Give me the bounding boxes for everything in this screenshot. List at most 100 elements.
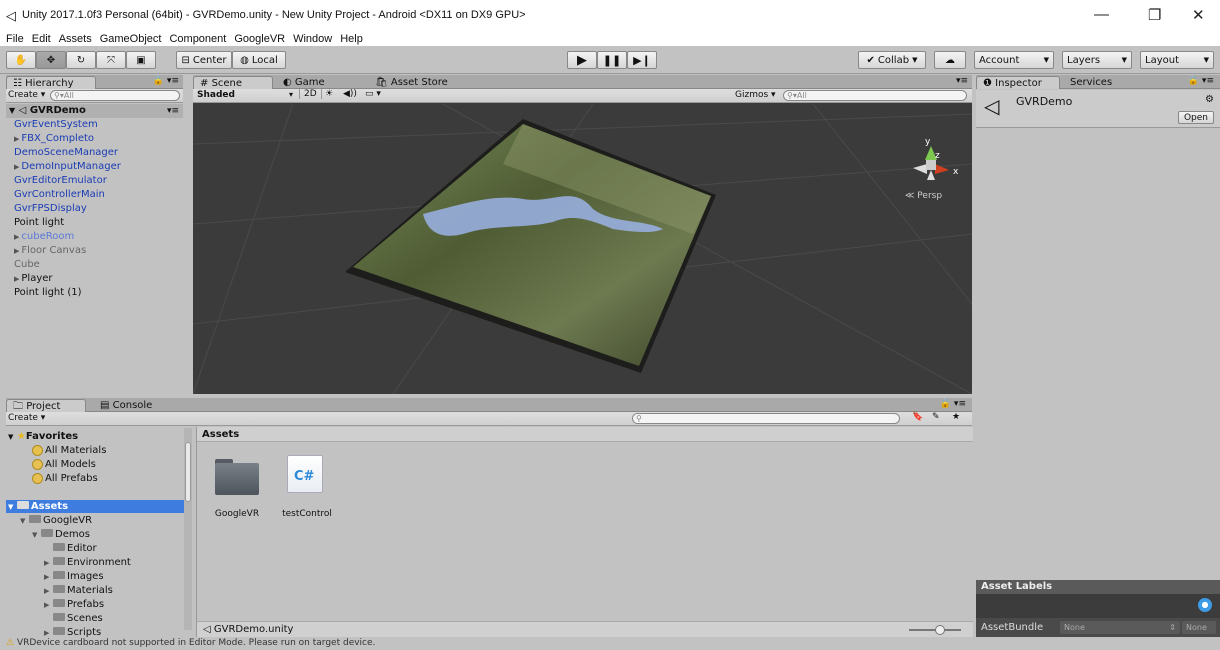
folder-tree-item[interactable]: Scenes [44,612,103,625]
effects-dropdown-icon[interactable]: ▭ ▾ [365,89,381,99]
expand-arrow-icon[interactable]: ▶ [14,247,19,255]
expand-arrow-icon[interactable]: ▶ [44,585,53,598]
menu-edit[interactable]: Edit [32,33,51,45]
tab-console[interactable]: ▤ Console [94,399,174,412]
assets-root-node[interactable]: ▼ Assets [6,500,184,513]
hierarchy-item[interactable]: ▶ cubeRoom [6,230,74,244]
pivot-center-toggle[interactable]: ⊟ Center [176,51,232,69]
persp-label[interactable]: ≪ Persp [905,191,942,201]
asset-item-googlevr[interactable]: GoogleVR [213,457,261,519]
tab-hierarchy[interactable]: ☷ Hierarchy [6,76,96,89]
tab-project[interactable]: 🗀 Project [6,399,86,412]
gizmos-dropdown[interactable]: Gizmos ▾ [735,90,776,100]
tab-services[interactable]: Services [1064,76,1134,89]
minimize-button[interactable]: — [1094,6,1109,23]
scale-tool-button[interactable]: ⤧ [96,51,126,69]
folder-tree-item[interactable]: ▶ Images [44,570,104,583]
expand-arrow-icon[interactable]: ▼ [20,515,29,528]
expand-arrow-icon[interactable]: ▶ [44,627,53,637]
settings-gear-icon[interactable]: ⚙ [1205,94,1214,105]
scene-menu-icon[interactable]: ▾≡ [167,104,179,118]
close-button[interactable]: ✕ [1192,6,1205,24]
cloud-button[interactable]: ☁ [934,51,966,69]
lighting-toggle-icon[interactable]: ☀ [325,89,333,99]
project-create-dropdown[interactable]: Create ▾ [8,413,45,423]
project-search-input[interactable]: ⚲ [632,413,900,424]
pivot-local-toggle[interactable]: ◍ Local [232,51,286,69]
folder-tree-item[interactable]: ▶ Environment [44,556,131,569]
move-tool-button[interactable]: ✥ [36,51,66,69]
folder-tree-item[interactable]: Editor [44,542,97,555]
favorite-all-models[interactable]: All Models [32,458,96,471]
expand-arrow-icon[interactable]: ▶ [44,557,53,570]
folder-tree-item[interactable]: ▶ Scripts [44,626,101,637]
menu-file[interactable]: File [6,33,24,45]
menu-gameobject[interactable]: GameObject [100,33,162,45]
tab-scene[interactable]: # Scene [193,76,273,89]
favorite-star-icon[interactable]: ★ [952,412,960,422]
icon-size-slider[interactable] [909,625,961,635]
hierarchy-item[interactable]: ▶ DemoInputManager [6,160,121,174]
hierarchy-item[interactable]: ▶ Player [6,272,53,286]
hierarchy-item[interactable]: Cube [6,258,40,272]
rect-tool-button[interactable]: ▣ [126,51,156,69]
hierarchy-item[interactable]: Point light (1) [6,286,82,300]
lock-icon[interactable]: 🔒 ▾≡ [1188,76,1214,86]
expand-arrow-icon[interactable]: ▶ [44,599,53,612]
shading-mode-dropdown[interactable]: Shaded [197,90,235,100]
favorite-all-materials[interactable]: All Materials [32,444,106,457]
icon-size-slider-thumb[interactable] [935,625,945,635]
filter-by-label-icon[interactable]: ✎ [932,412,940,422]
open-button[interactable]: Open [1178,111,1214,124]
asset-variant-dropdown[interactable]: None [1182,621,1216,634]
hierarchy-scene-root[interactable]: ▼ ◁ GVRDemo ▾≡ [6,104,183,118]
hand-tool-button[interactable]: ✋ [6,51,36,69]
play-button[interactable]: ▶ [567,51,597,69]
rotate-tool-button[interactable]: ↻ [66,51,96,69]
hierarchy-item[interactable]: GvrEditorEmulator [6,174,107,188]
tree-scrollbar[interactable] [184,428,192,630]
panel-menu-icon[interactable]: 🔒 ▾≡ [153,76,179,86]
maximize-button[interactable]: ❐ [1148,6,1161,24]
tree-scrollbar-thumb[interactable] [185,442,191,502]
expand-arrow-icon[interactable]: ▶ [14,135,19,143]
account-dropdown[interactable]: Account ▼ [974,51,1054,69]
hierarchy-item[interactable]: DemoSceneManager [6,146,118,160]
expand-arrow-icon[interactable]: ▶ [44,571,53,584]
status-bar[interactable]: ⚠ VRDevice cardboard not supported in Ed… [0,637,1220,650]
scene-viewport[interactable]: y x z ≪ Persp [193,104,972,394]
collab-dropdown[interactable]: ✔ Collab ▼ [858,51,926,69]
asset-item-testcontrol[interactable]: C# testControl [279,453,335,519]
hierarchy-item[interactable]: GvrFPSDisplay [6,202,87,216]
tab-inspector[interactable]: ❶ Inspector [976,76,1060,89]
expand-arrow-icon[interactable]: ▶ [14,275,19,283]
scene-orientation-gizmo[interactable]: y x z [913,137,959,180]
pause-button[interactable]: ❚❚ [597,51,627,69]
step-button[interactable]: ▶❙ [627,51,657,69]
menu-window[interactable]: Window [293,33,332,45]
layout-dropdown[interactable]: Layout ▼ [1140,51,1214,69]
hierarchy-create-dropdown[interactable]: Create ▾ [8,90,45,100]
asset-bundle-dropdown[interactable]: None ⇕ [1060,621,1180,634]
tab-asset-store[interactable]: 🛍 Asset Store [369,76,469,89]
favorites-node[interactable]: ▼ ★Favorites [8,430,78,443]
2d-toggle[interactable]: 2D [299,89,322,99]
panel-menu-icon[interactable]: ▾≡ [956,76,968,86]
hierarchy-item[interactable]: GvrEventSystem [6,118,98,132]
hierarchy-item[interactable]: GvrControllerMain [6,188,105,202]
hierarchy-search-input[interactable]: ⚲▾All [50,90,180,101]
assets-breadcrumb[interactable]: Assets [197,427,973,442]
expand-arrow-icon[interactable]: ▶ [14,163,19,171]
folder-tree-item[interactable]: ▶ Materials [44,584,113,597]
asset-label-tag-icon[interactable]: ● [1198,598,1212,612]
scene-search-input[interactable]: ⚲▾All [783,90,967,101]
hierarchy-item[interactable]: ▶ FBX_Completo [6,132,94,146]
menu-assets[interactable]: Assets [59,33,92,45]
audio-toggle-icon[interactable]: ◀)) [343,89,357,99]
expand-arrow-icon[interactable]: ▼ [32,529,41,542]
folder-tree-item[interactable]: ▶ Prefabs [44,598,104,611]
hierarchy-item[interactable]: Point light [6,216,64,230]
favorite-all-prefabs[interactable]: All Prefabs [32,472,98,485]
tab-game[interactable]: ◐ Game [277,76,357,89]
expand-arrow-icon[interactable]: ▶ [14,233,19,241]
